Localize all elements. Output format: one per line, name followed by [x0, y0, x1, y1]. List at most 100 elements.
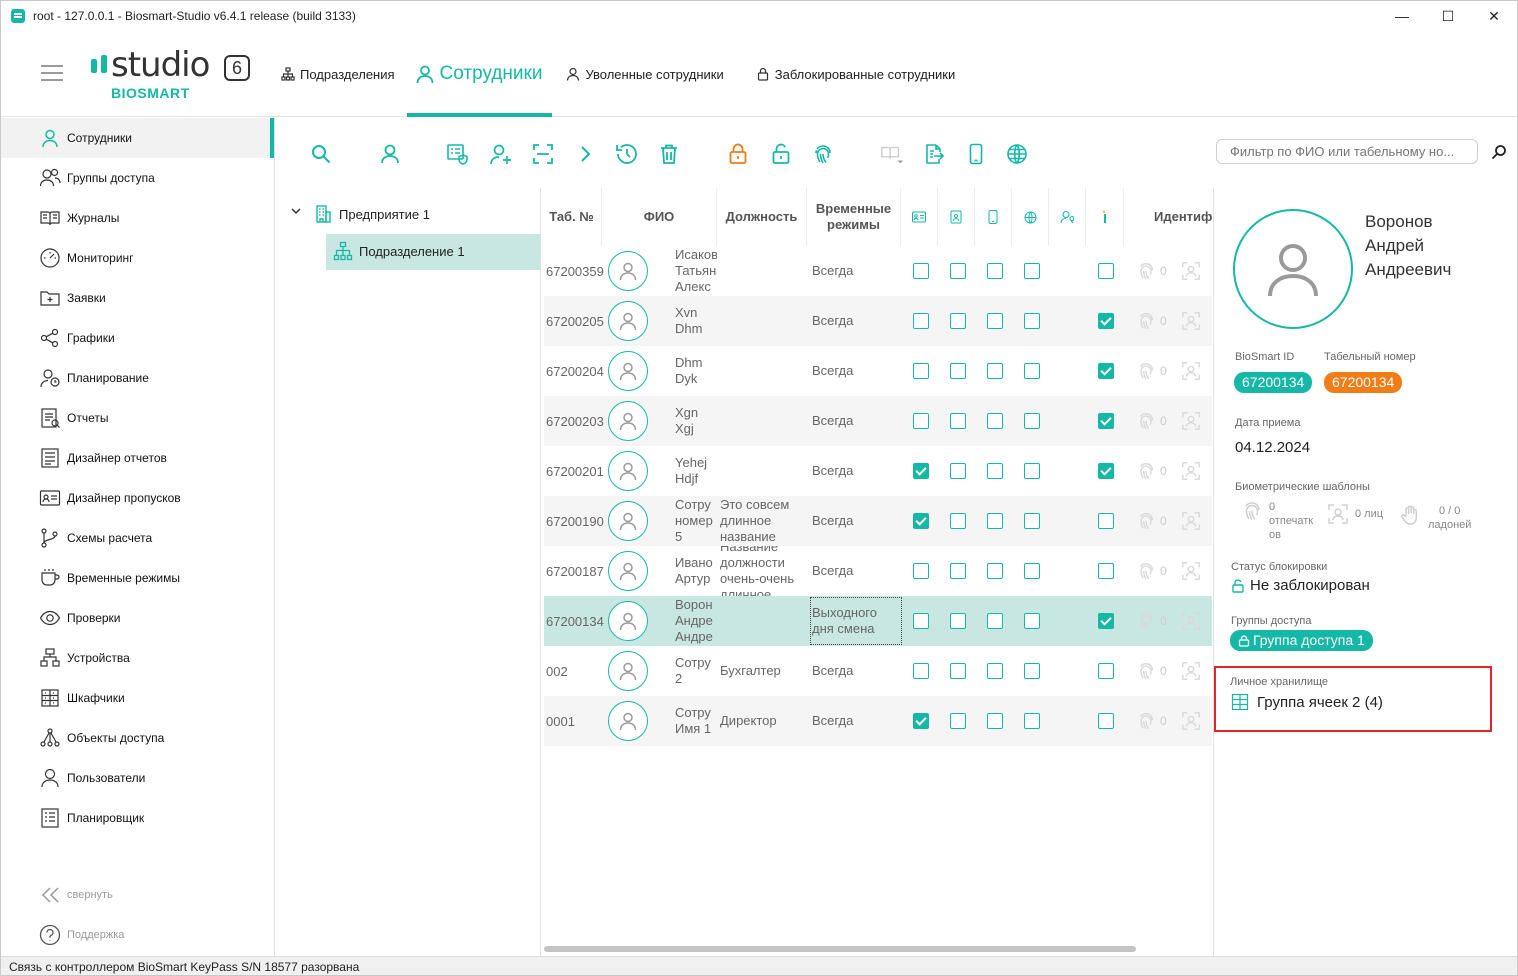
sidebar-item-requests[interactable]: Заявки — [1, 278, 274, 318]
card-reader-button[interactable] — [880, 142, 904, 166]
minimize-button[interactable]: — — [1379, 1, 1425, 31]
table-row[interactable]: 67200204 Dhm Dyk Всегда 0 — [544, 346, 1212, 396]
row-checkbox[interactable] — [913, 663, 929, 679]
biometrics-button[interactable] — [811, 142, 835, 166]
employee-avatar[interactable] — [608, 501, 648, 541]
table-row[interactable]: 67200187 Ивано Артур Название должности оч… — [544, 546, 1212, 596]
sidebar-item-users[interactable]: Пользователи — [1, 758, 274, 798]
sidebar-item-lockers[interactable]: Шкафчики — [1, 678, 274, 718]
tree-node-department[interactable]: Подразделение 1 — [333, 241, 465, 261]
row-checkbox[interactable] — [987, 613, 1003, 629]
table-row[interactable]: 67200134 Ворон Андре Андре Выходного дня с… — [544, 596, 1212, 646]
tab-departments[interactable]: Подразделения — [281, 31, 407, 117]
tab-employees[interactable]: Сотрудники — [406, 31, 553, 117]
sidebar-item-access-groups[interactable]: Группы доступа — [1, 158, 274, 198]
assign-group-button[interactable] — [489, 142, 513, 166]
maximize-button[interactable]: ☐ — [1425, 1, 1471, 31]
table-row[interactable]: 67200201 Yehej Hdjf Всегда 0 — [544, 446, 1212, 496]
row-checkbox[interactable] — [950, 713, 966, 729]
row-checkbox[interactable] — [950, 263, 966, 279]
row-checkbox[interactable] — [950, 463, 966, 479]
row-checkbox[interactable] — [913, 313, 929, 329]
row-checkbox[interactable] — [1098, 313, 1114, 329]
horizontal-scrollbar[interactable] — [544, 946, 1136, 952]
row-checkbox[interactable] — [950, 563, 966, 579]
row-checkbox[interactable] — [987, 263, 1003, 279]
table-row[interactable]: 67200359 Исаков Татьяна Алекс Всегда 0 — [544, 246, 1212, 296]
row-checkbox[interactable] — [1098, 363, 1114, 379]
sidebar-item-checks[interactable]: Проверки — [1, 598, 274, 638]
search-submit-button[interactable] — [1490, 143, 1508, 161]
scan-button[interactable] — [531, 142, 555, 166]
column-group[interactable] — [1049, 188, 1086, 246]
column-schedule[interactable]: Временные режимы — [807, 188, 901, 246]
row-checkbox[interactable] — [987, 413, 1003, 429]
row-checkbox[interactable] — [1024, 413, 1040, 429]
row-checkbox[interactable] — [1098, 463, 1114, 479]
column-tab-number[interactable]: Таб. № — [542, 188, 602, 246]
sidebar-item-charts[interactable]: Графики — [1, 318, 274, 358]
table-row[interactable]: 67200190 Сотру номер 5 Это совсем длинное … — [544, 496, 1212, 546]
row-checkbox[interactable] — [1024, 313, 1040, 329]
web-button[interactable] — [1005, 142, 1029, 166]
add-employee-button[interactable] — [378, 142, 402, 166]
sidebar-item-time-modes[interactable]: Временные режимы — [1, 558, 274, 598]
menu-icon[interactable] — [41, 65, 63, 81]
row-checkbox[interactable] — [1024, 263, 1040, 279]
row-checkbox[interactable] — [1024, 463, 1040, 479]
column-warning[interactable] — [1086, 188, 1124, 246]
row-checkbox[interactable] — [913, 613, 929, 629]
history-button[interactable] — [615, 142, 639, 166]
row-checkbox[interactable] — [1024, 363, 1040, 379]
employee-avatar[interactable] — [608, 401, 648, 441]
row-checkbox[interactable] — [1024, 663, 1040, 679]
row-checkbox[interactable] — [987, 513, 1003, 529]
sidebar-item-report-designer[interactable]: Дизайнер отчетов — [1, 438, 274, 478]
employee-avatar[interactable] — [608, 251, 648, 291]
employee-avatar[interactable] — [608, 351, 648, 391]
column-badge[interactable] — [938, 188, 975, 246]
delete-button[interactable] — [657, 142, 681, 166]
sidebar-item-scheduler[interactable]: Планировщик — [1, 798, 274, 838]
employee-avatar[interactable] — [608, 601, 648, 641]
row-checkbox[interactable] — [987, 313, 1003, 329]
sidebar-item-monitoring[interactable]: Мониторинг — [1, 238, 274, 278]
employee-avatar[interactable] — [608, 551, 648, 591]
employee-avatar[interactable] — [608, 301, 648, 341]
column-identifiers[interactable]: Идентиф — [1124, 188, 1212, 246]
row-checkbox[interactable] — [1024, 713, 1040, 729]
column-fio[interactable]: ФИО — [602, 188, 717, 246]
sidebar-item-reports[interactable]: Отчеты — [1, 398, 274, 438]
row-checkbox[interactable] — [950, 613, 966, 629]
block-button[interactable] — [726, 142, 750, 166]
export-button[interactable] — [922, 142, 946, 166]
row-checkbox[interactable] — [1024, 513, 1040, 529]
row-checkbox[interactable] — [1098, 713, 1114, 729]
access-group-badge[interactable]: Группа доступа 1 — [1230, 630, 1373, 651]
column-mobile[interactable] — [975, 188, 1012, 246]
mobile-button[interactable] — [964, 142, 988, 166]
table-row[interactable]: 002 Сотру 2 Бухгалтер Всегда 0 — [544, 646, 1212, 696]
row-checkbox[interactable] — [1098, 413, 1114, 429]
row-checkbox[interactable] — [1098, 663, 1114, 679]
row-checkbox[interactable] — [913, 713, 929, 729]
row-checkbox[interactable] — [1098, 563, 1114, 579]
row-checkbox[interactable] — [913, 513, 929, 529]
sidebar-item-devices[interactable]: Устройства — [1, 638, 274, 678]
tree-node-enterprise[interactable]: Предприятие 1 — [313, 204, 430, 224]
row-checkbox[interactable] — [950, 363, 966, 379]
row-checkbox[interactable] — [1098, 513, 1114, 529]
access-rules-button[interactable] — [446, 142, 470, 166]
table-row[interactable]: 0001 Сотру Имя 1 Директор Всегда 0 — [544, 696, 1212, 746]
sidebar-item-employees[interactable]: Сотрудники — [1, 118, 274, 158]
unblock-button[interactable] — [769, 142, 793, 166]
sidebar-item-journals[interactable]: Журналы — [1, 198, 274, 238]
row-checkbox[interactable] — [1098, 613, 1114, 629]
row-checkbox[interactable] — [1024, 613, 1040, 629]
sidebar-item-pass-designer[interactable]: Дизайнер пропусков — [1, 478, 274, 518]
row-checkbox[interactable] — [950, 513, 966, 529]
row-checkbox[interactable] — [1098, 263, 1114, 279]
tree-expander[interactable] — [290, 205, 302, 217]
sidebar-item-access-objects[interactable]: Объекты доступа — [1, 718, 274, 758]
row-checkbox[interactable] — [987, 563, 1003, 579]
